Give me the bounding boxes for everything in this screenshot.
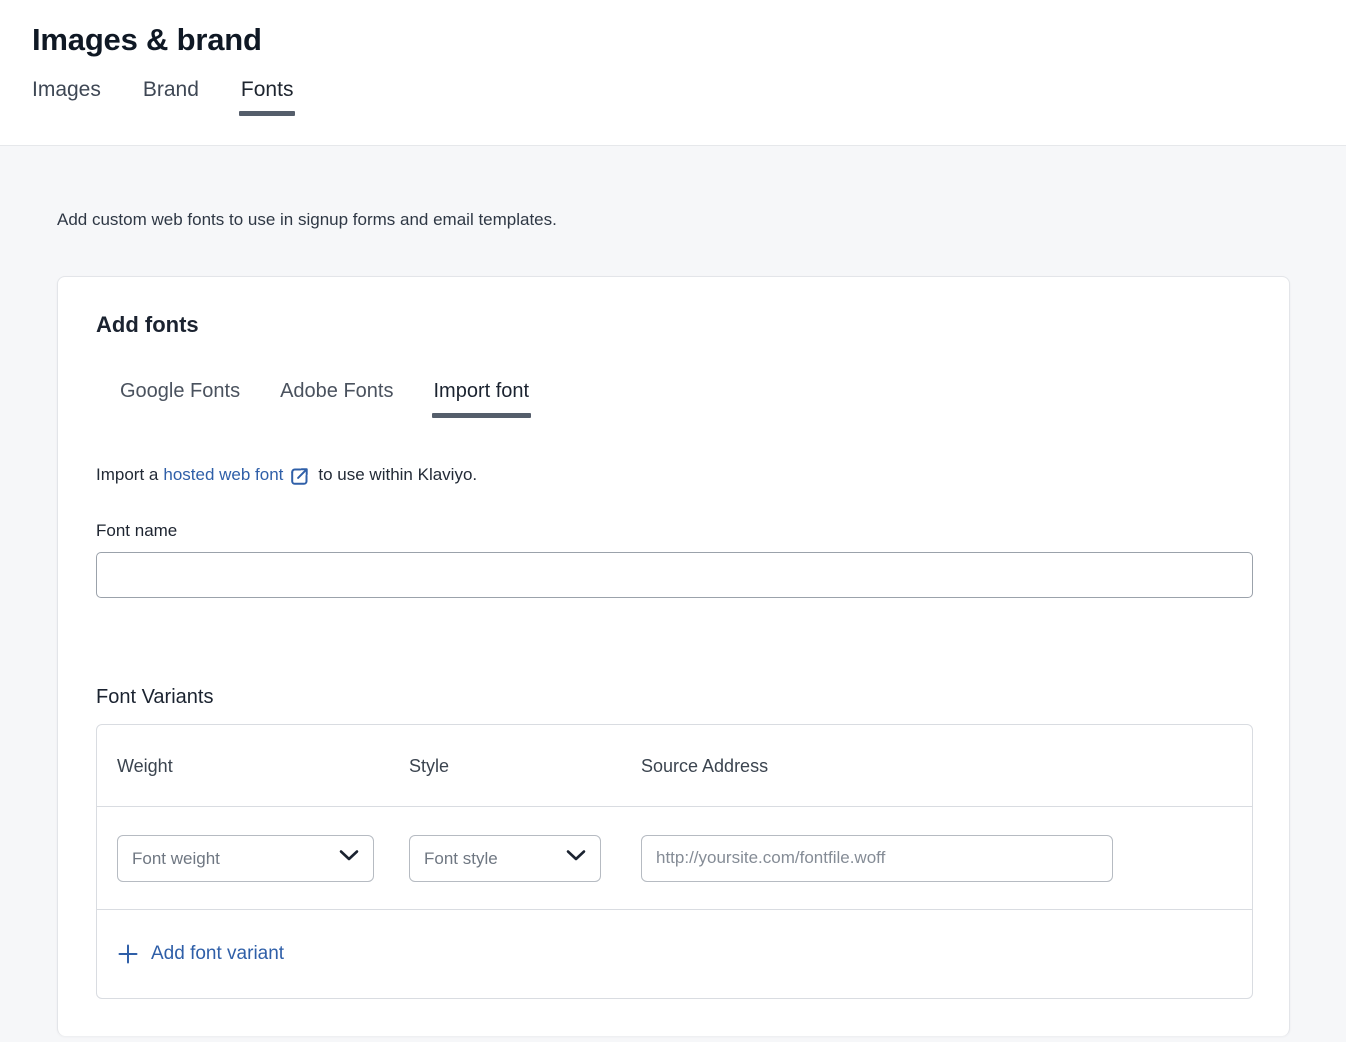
import-instructions-prefix: Import a [96,463,158,487]
page-body: Add custom web fonts to use in signup fo… [0,146,1346,1036]
font-style-select[interactable]: Font style [409,835,601,882]
page-header: Images & brand Images Brand Fonts [0,0,1346,146]
cell-weight: Font weight [117,835,409,882]
source-address-input[interactable] [641,835,1113,882]
tab-adobe-fonts-label: Adobe Fonts [280,380,393,402]
table-header-row: Weight Style Source Address [97,725,1252,807]
tab-brand-label: Brand [143,78,199,101]
primary-tab-bar: Images Brand Fonts [32,77,1314,116]
font-source-tab-bar: Google Fonts Adobe Fonts Import font [96,379,1251,418]
column-header-style: Style [409,754,641,778]
import-instructions: Import a hosted web font to use within K… [96,463,1251,487]
cell-source-address [641,835,1232,882]
tab-images[interactable]: Images [32,77,101,116]
plus-icon [117,943,139,965]
tab-fonts-label: Fonts [241,78,294,101]
font-name-input[interactable] [96,552,1253,598]
tab-import-font[interactable]: Import font [434,379,530,418]
intro-description: Add custom web fonts to use in signup fo… [32,146,1314,232]
tab-images-label: Images [32,78,101,101]
add-font-variant-button[interactable]: Add font variant [117,942,284,966]
font-variants-table: Weight Style Source Address Font weight [96,724,1253,999]
hosted-web-font-link[interactable]: hosted web font [163,463,283,487]
import-instructions-suffix: to use within Klaviyo. [318,463,477,487]
page-title: Images & brand [32,0,1314,59]
tab-adobe-fonts[interactable]: Adobe Fonts [280,379,393,418]
column-header-weight: Weight [117,754,409,778]
add-font-variant-label: Add font variant [151,942,284,966]
font-name-label: Font name [96,520,1251,542]
card-title: Add fonts [96,311,1251,339]
font-weight-select-wrapper: Font weight [117,835,374,882]
tab-brand[interactable]: Brand [143,77,199,116]
font-style-select-wrapper: Font style [409,835,601,882]
tab-google-fonts-label: Google Fonts [120,380,240,402]
tab-google-fonts[interactable]: Google Fonts [120,379,240,418]
tab-fonts[interactable]: Fonts [241,77,294,116]
table-row: Font weight Font style [97,807,1252,910]
font-weight-select[interactable]: Font weight [117,835,374,882]
add-fonts-card: Add fonts Google Fonts Adobe Fonts Impor… [57,276,1290,1036]
tab-import-font-label: Import font [434,380,530,402]
column-header-source-address: Source Address [641,754,1232,778]
font-variants-title: Font Variants [96,684,1251,710]
add-font-variant-row: Add font variant [97,910,1252,998]
cell-style: Font style [409,835,641,882]
external-link-icon[interactable] [289,466,310,487]
